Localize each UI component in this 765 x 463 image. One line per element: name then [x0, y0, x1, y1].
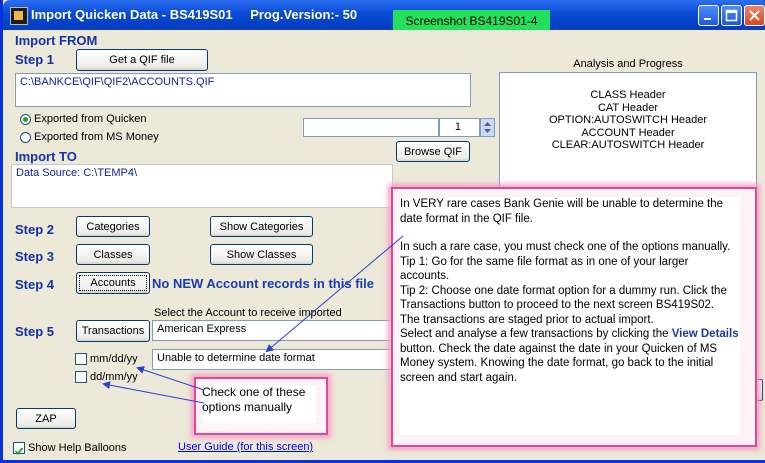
arrow-to-mmddyy: [136, 366, 205, 391]
arrow-to-date-status: [265, 235, 404, 353]
arrow-to-ddmmyy: [102, 381, 205, 404]
callout-arrows: [102, 235, 404, 404]
